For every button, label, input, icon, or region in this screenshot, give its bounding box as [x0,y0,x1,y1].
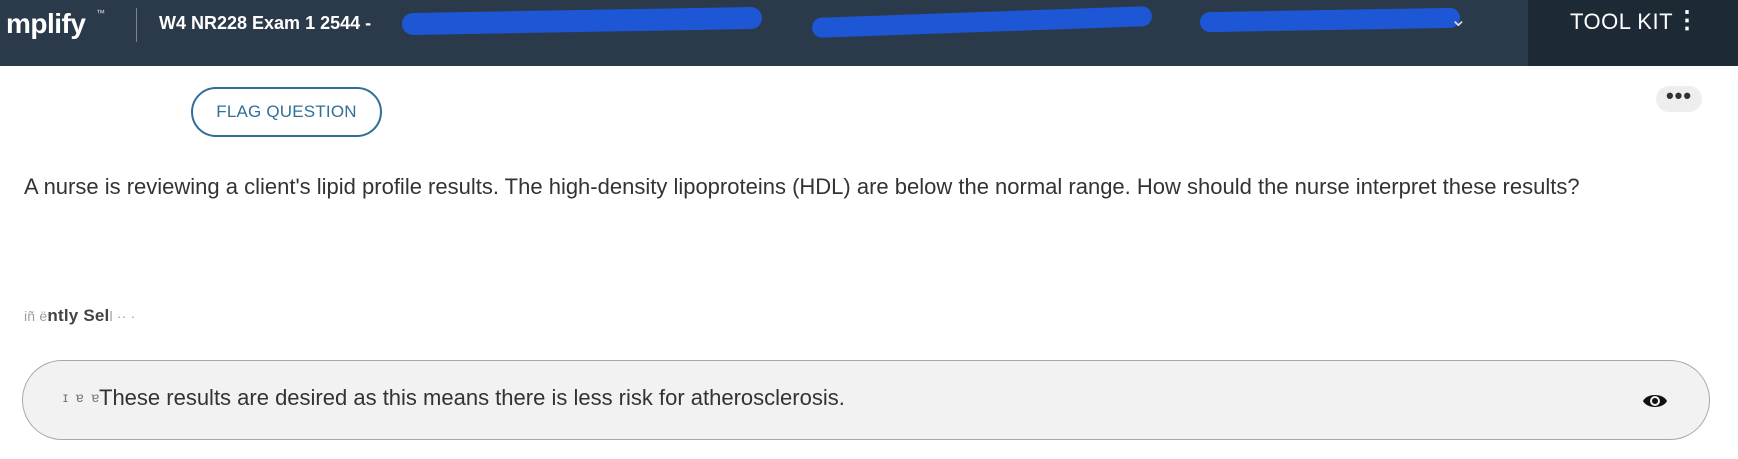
kebab-menu-icon[interactable]: ⋮ [1675,6,1699,35]
brand-logo: mplify [6,8,86,39]
option-letter: ɪ ɐ ɐ [63,389,102,405]
toolkit-label[interactable]: TOOL KIT [1570,9,1673,35]
instruction-text: ntly Sel [47,306,110,325]
answer-option[interactable]: ɪ ɐ ɐ These results are desired as this … [22,360,1710,440]
top-bar: mplify ™ W4 NR228 Exam 1 2544 - ⌄ TOOL K… [0,0,1738,66]
instruction-noise: l ·· · [109,308,136,324]
chevron-down-icon[interactable]: ⌄ [1450,7,1467,32]
redaction-mark [811,6,1153,38]
instruction-label: iñ ëntly Sell ·· · [24,306,136,326]
question-text: A nurse is reviewing a client's lipid pr… [24,174,1580,199]
more-options-button[interactable]: ••• [1656,85,1702,112]
instruction-noise: iñ ë [24,308,48,324]
redaction-mark [401,6,763,36]
exam-title: W4 NR228 Exam 1 2544 - [159,13,372,33]
eye-icon[interactable] [1641,387,1669,415]
redaction-mark [1199,7,1461,33]
option-text: These results are desired as this means … [99,385,845,410]
header-divider [136,8,137,42]
brand-trademark: ™ [96,8,105,18]
flag-question-button[interactable]: FLAG QUESTION [191,87,382,137]
